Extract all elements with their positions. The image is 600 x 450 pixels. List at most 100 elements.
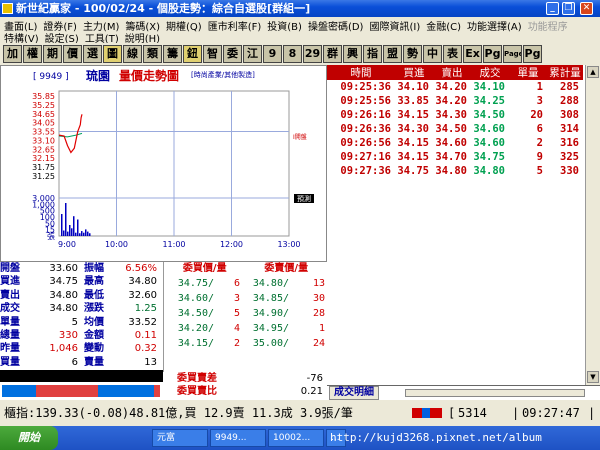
toolbar-button[interactable]: 群 — [323, 45, 342, 63]
toolbar-button[interactable]: Page — [503, 45, 522, 63]
toolbar-button[interactable]: 籌 — [163, 45, 182, 63]
scroll-up-icon[interactable]: ▲ — [587, 66, 599, 78]
toolbar-button[interactable]: 9 — [263, 45, 282, 63]
quote-row: 開盤 33.60 振幅 6.56% — [0, 262, 163, 275]
order-book-row: 34.50/5 34.90/28 — [164, 306, 327, 321]
x-tick-label: 10:00 — [105, 240, 128, 249]
toolbar-button[interactable]: 期 — [43, 45, 62, 63]
toolbar-button[interactable]: 鈕 — [183, 45, 202, 63]
tick-cell: 3 — [536, 95, 543, 107]
toolbar-button[interactable]: Pg — [483, 45, 502, 63]
ratio-value: 0.21 — [300, 386, 323, 397]
x-tick-label: 12:00 — [220, 240, 243, 249]
restore-button[interactable]: ❐ — [562, 2, 575, 15]
tick-header-cell[interactable]: 成交 — [471, 65, 509, 80]
toolbar-button[interactable]: 表 — [443, 45, 462, 63]
diff-value: -76 — [306, 373, 323, 384]
menu-item-disabled: 功能程序 — [527, 22, 568, 33]
tick-row[interactable]: 09:27:36 34.75 34.80 34.80 5 330 — [327, 164, 583, 178]
y-tick-label: 34.65 — [32, 110, 55, 119]
quote-value: 33.60 — [49, 263, 78, 274]
start-button[interactable]: 開始 — [0, 426, 58, 450]
menu-item[interactable]: 操盤密碼(D) — [308, 18, 364, 33]
toolbar-button[interactable]: 8 — [283, 45, 302, 63]
toolbar-button[interactable]: 委 — [223, 45, 242, 63]
tick-header-cell[interactable]: 單量 — [509, 65, 547, 80]
tick-cell: 09:27:36 — [340, 165, 391, 177]
volume-bar — [81, 231, 83, 236]
toolbar-button[interactable]: 盟 — [383, 45, 402, 63]
quote-label: 買量 — [0, 356, 20, 368]
quote-value-2: 6.56% — [125, 263, 157, 274]
toolbar-button[interactable]: 指 — [363, 45, 382, 63]
task-item-3[interactable]: 10002... — [268, 429, 324, 447]
y-tick-label: 35.25 — [32, 101, 55, 110]
quote-label: 單量 — [0, 316, 20, 328]
tick-cell: 34.60 — [435, 137, 467, 149]
tick-row[interactable]: 09:26:16 34.15 34.30 34.50 20 308 — [327, 108, 583, 122]
toolbar-button[interactable]: 選 — [83, 45, 102, 63]
menu-item[interactable]: 國際資訊(I) — [369, 18, 420, 33]
menu-item[interactable]: 匯市利率(F) — [208, 18, 262, 33]
quote-label: 總量 — [0, 329, 20, 341]
toolbar-button[interactable]: 江 — [243, 45, 262, 63]
toolbar-button[interactable]: 價 — [63, 45, 82, 63]
tick-row[interactable]: 09:26:56 34.15 34.60 34.60 2 316 — [327, 136, 583, 150]
tick-row[interactable]: 09:25:36 34.10 34.20 34.10 1 285 — [327, 80, 583, 94]
toolbar-button[interactable]: 勢 — [403, 45, 422, 63]
menu-item[interactable]: 投資(B) — [267, 18, 302, 33]
ask-qty: 28 — [312, 308, 325, 319]
toolbar-button[interactable]: 中 — [423, 45, 442, 63]
minimize-button[interactable]: _ — [546, 2, 559, 15]
chart-title: 量價走勢圖 — [119, 68, 179, 83]
tick-scrollbar[interactable]: ▲ ▼ — [585, 65, 600, 385]
tick-cell: 20 — [530, 109, 543, 121]
tick-cell: 34.60 — [473, 123, 505, 135]
close-button[interactable]: ✕ — [580, 2, 593, 15]
bid-qty: 5 — [233, 308, 240, 319]
bid-qty: 4 — [233, 323, 240, 334]
toolbar-button[interactable]: 權 — [23, 45, 42, 63]
menu-item[interactable]: 功能選擇(A) — [467, 18, 522, 33]
y-tick-label: 32.65 — [32, 145, 55, 154]
bid-header: 委買價/量 — [182, 263, 227, 274]
toolbar-button[interactable]: 圖 — [103, 45, 122, 63]
quote-label-2: 均價 — [84, 316, 104, 328]
tab-tick-detail[interactable]: 成交明細 — [329, 386, 379, 400]
ask-price: 34.85/ — [252, 293, 289, 304]
tick-cell: 34.80 — [473, 165, 505, 177]
x-tick-label: 13:00 — [277, 240, 300, 249]
toolbar-button[interactable]: 加 — [3, 45, 22, 63]
toolbar-button[interactable]: Pg — [523, 45, 542, 63]
tick-header-cell[interactable]: 累計量 — [547, 65, 583, 80]
quote-panel: 開盤 33.60 振幅 6.56% 買進 34.75 最高 34.80 賣出 34.80 最低 32.… — [0, 262, 163, 370]
task-item-2[interactable]: 9949... — [210, 429, 266, 447]
tick-header-cell[interactable]: 賣出 — [433, 65, 471, 80]
bid-price: 34.20/ — [177, 323, 214, 334]
toolbar-button[interactable]: 29 — [303, 45, 322, 63]
quote-value-2: 0.32 — [134, 343, 157, 355]
tick-header-cell[interactable]: 買進 — [395, 65, 433, 80]
toolbar-button[interactable]: 興 — [343, 45, 362, 63]
tick-cell: 34.60 — [473, 137, 505, 149]
toolbar-button[interactable]: Ex — [463, 45, 482, 63]
menu-item[interactable]: 金融(C) — [426, 18, 461, 33]
toolbar-button[interactable]: 智 — [203, 45, 222, 63]
tick-row[interactable]: 09:25:56 33.85 34.20 34.25 3 288 — [327, 94, 583, 108]
tick-cell: 34.75 — [473, 151, 505, 163]
bid-qty: 6 — [233, 278, 240, 289]
tick-cell: 34.10 — [473, 81, 505, 93]
tick-header-cell[interactable]: 時間 — [327, 65, 395, 80]
horizontal-scrollbar[interactable] — [405, 389, 585, 397]
quote-label: 成交 — [0, 303, 20, 315]
scroll-down-icon[interactable]: ▼ — [587, 371, 599, 383]
app-icon — [2, 3, 13, 14]
tick-row[interactable]: 09:26:36 34.30 34.50 34.60 6 314 — [327, 122, 583, 136]
toolbar-button[interactable]: 類 — [143, 45, 162, 63]
menu-item[interactable]: 期權(Q) — [166, 18, 202, 33]
buy-sell-ratio-bar — [0, 382, 163, 400]
tick-cell: 316 — [560, 137, 579, 149]
tick-row[interactable]: 09:27:16 34.15 34.70 34.75 9 325 — [327, 150, 583, 164]
toolbar-button[interactable]: 線 — [123, 45, 142, 63]
task-item-1[interactable]: 元富 — [152, 429, 208, 447]
